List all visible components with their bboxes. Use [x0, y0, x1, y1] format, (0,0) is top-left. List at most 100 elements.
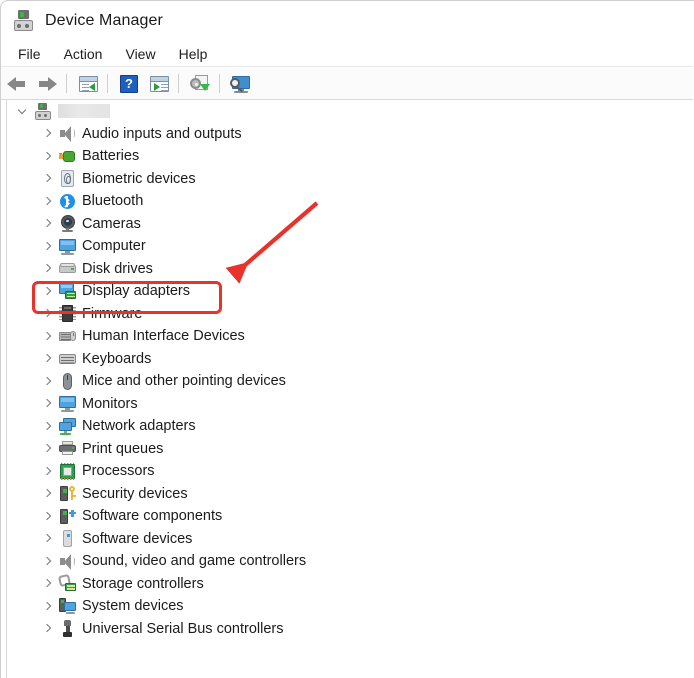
chevron-right-icon[interactable] — [42, 218, 53, 229]
title-bar: Device Manager — [1, 1, 693, 41]
tree-item-bluetooth[interactable]: Bluetooth — [7, 190, 694, 213]
chevron-right-icon[interactable] — [42, 533, 53, 544]
chevron-right-icon[interactable] — [42, 151, 53, 162]
view-devices-button[interactable] — [227, 71, 255, 97]
tree-item-computer[interactable]: Computer — [7, 235, 694, 258]
window-title: Device Manager — [45, 12, 163, 29]
tree-item-biometric-devices[interactable]: Biometric devices — [7, 168, 694, 191]
storage-controller-icon — [57, 574, 76, 592]
show-hide-console-tree-icon — [78, 75, 98, 92]
tree-item-system-devices[interactable]: System devices — [7, 595, 694, 618]
tree-item-keyboards[interactable]: Keyboards — [7, 348, 694, 371]
tree-item-monitors[interactable]: Monitors — [7, 393, 694, 416]
bluetooth-icon — [59, 193, 76, 210]
tree-item-label: System devices — [82, 598, 184, 614]
scan-for-hardware-changes-button[interactable] — [186, 71, 214, 97]
tree-item-disk-drives[interactable]: Disk drives — [7, 258, 694, 281]
chevron-right-icon[interactable] — [42, 263, 53, 274]
tree-item-display-adapters[interactable]: Display adapters — [7, 280, 694, 303]
tree-item-audio-inputs-and-outputs[interactable]: Audio inputs and outputs — [7, 123, 694, 146]
chevron-right-icon[interactable] — [42, 331, 53, 342]
system-device-icon — [59, 597, 76, 615]
chevron-right-icon[interactable] — [42, 173, 53, 184]
chevron-right-icon[interactable] — [42, 196, 53, 207]
tree-item-label: Batteries — [82, 148, 140, 164]
menu-item-help[interactable]: Help — [170, 44, 217, 64]
tree-item-storage-controllers[interactable]: Storage controllers — [7, 573, 694, 596]
tree-item-firmware[interactable]: Firmware — [7, 303, 694, 326]
tree-item-label: Print queues — [82, 440, 164, 457]
redacted-computer-name — [58, 104, 110, 119]
network-adapter-icon — [59, 417, 76, 435]
forward-arrow-icon — [37, 76, 57, 91]
tree-item-software-components[interactable]: Software components — [7, 505, 694, 528]
firmware-chip-icon — [59, 305, 76, 323]
monitor-icon — [59, 238, 76, 255]
menu-item-view[interactable]: View — [116, 44, 164, 64]
menu-item-action[interactable]: Action — [55, 44, 112, 64]
back-button[interactable] — [3, 71, 31, 97]
chevron-right-icon[interactable] — [42, 241, 53, 252]
chevron-right-icon[interactable] — [42, 556, 53, 567]
chevron-right-icon[interactable] — [42, 488, 53, 499]
chevron-right-icon[interactable] — [42, 421, 53, 432]
forward-button[interactable] — [33, 71, 61, 97]
mouse-icon — [59, 372, 76, 390]
chevron-right-icon[interactable] — [42, 308, 53, 319]
tree-item-software-devices[interactable]: Software devices — [7, 528, 694, 551]
tree-root-item[interactable] — [7, 100, 694, 123]
tree-item-label: Processors — [82, 463, 155, 479]
tree-item-label: Mice and other pointing devices — [82, 373, 286, 389]
tree-item-mice-and-other-pointing-devices[interactable]: Mice and other pointing devices — [7, 370, 694, 393]
disk-drive-icon — [59, 260, 76, 277]
show-hide-console-tree-button[interactable] — [74, 71, 102, 97]
device-manager-icon — [13, 10, 35, 32]
tree-item-label: Disk drives — [82, 260, 153, 277]
chevron-right-icon[interactable] — [42, 286, 53, 297]
speaker-icon — [59, 553, 76, 570]
hid-icon — [59, 328, 76, 345]
back-arrow-icon — [7, 76, 27, 91]
tree-item-label: Monitors — [82, 395, 138, 412]
chevron-right-icon[interactable] — [42, 128, 53, 139]
tree-item-security-devices[interactable]: Security devices — [7, 483, 694, 506]
tree-item-processors[interactable]: Processors — [7, 460, 694, 483]
chevron-right-icon[interactable] — [42, 376, 53, 387]
tree-item-network-adapters[interactable]: Network adapters — [7, 415, 694, 438]
chevron-right-icon[interactable] — [42, 511, 53, 522]
properties-button[interactable] — [145, 71, 173, 97]
chevron-right-icon[interactable] — [42, 623, 53, 634]
toolbar-separator-4 — [219, 74, 220, 93]
tree-item-human-interface-devices[interactable]: Human Interface Devices — [7, 325, 694, 348]
tree-item-print-queues[interactable]: Print queues — [7, 438, 694, 461]
chevron-right-icon[interactable] — [42, 466, 53, 477]
tree-item-batteries[interactable]: Batteries — [7, 145, 694, 168]
printer-icon — [59, 440, 76, 457]
tree-item-label: Network adapters — [82, 418, 196, 434]
menu-item-file[interactable]: File — [9, 44, 50, 64]
toolbar-separator-3 — [178, 74, 179, 93]
chevron-right-icon[interactable] — [42, 578, 53, 589]
tree-item-cameras[interactable]: Cameras — [7, 213, 694, 236]
battery-icon — [59, 148, 76, 165]
help-button[interactable]: ? — [115, 71, 143, 97]
chevron-right-icon[interactable] — [42, 398, 53, 409]
tree-item-sound-video-and-game-controllers[interactable]: Sound, video and game controllers — [7, 550, 694, 573]
tree-item-label: Keyboards — [82, 350, 152, 367]
tree-item-label: Software components — [82, 508, 223, 524]
tree-item-label: Security devices — [82, 485, 188, 502]
usb-icon — [59, 620, 76, 638]
chevron-right-icon[interactable] — [42, 443, 53, 454]
chevron-right-icon[interactable] — [42, 353, 53, 364]
toolbar-separator-1 — [66, 74, 67, 93]
device-manager-window: Device Manager File Action View Help ? A… — [0, 0, 694, 678]
chevron-down-icon[interactable] — [18, 106, 29, 117]
tree-item-label: Storage controllers — [82, 575, 204, 592]
device-tree[interactable]: Audio inputs and outputs Batteries Biome… — [6, 100, 694, 678]
monitor-icon — [59, 395, 76, 413]
fingerprint-icon — [59, 170, 76, 188]
display-adapter-icon — [59, 282, 76, 300]
chevron-right-icon[interactable] — [42, 601, 53, 612]
cpu-icon — [59, 462, 76, 480]
tree-item-universal-serial-bus-controllers[interactable]: Universal Serial Bus controllers — [7, 618, 694, 641]
